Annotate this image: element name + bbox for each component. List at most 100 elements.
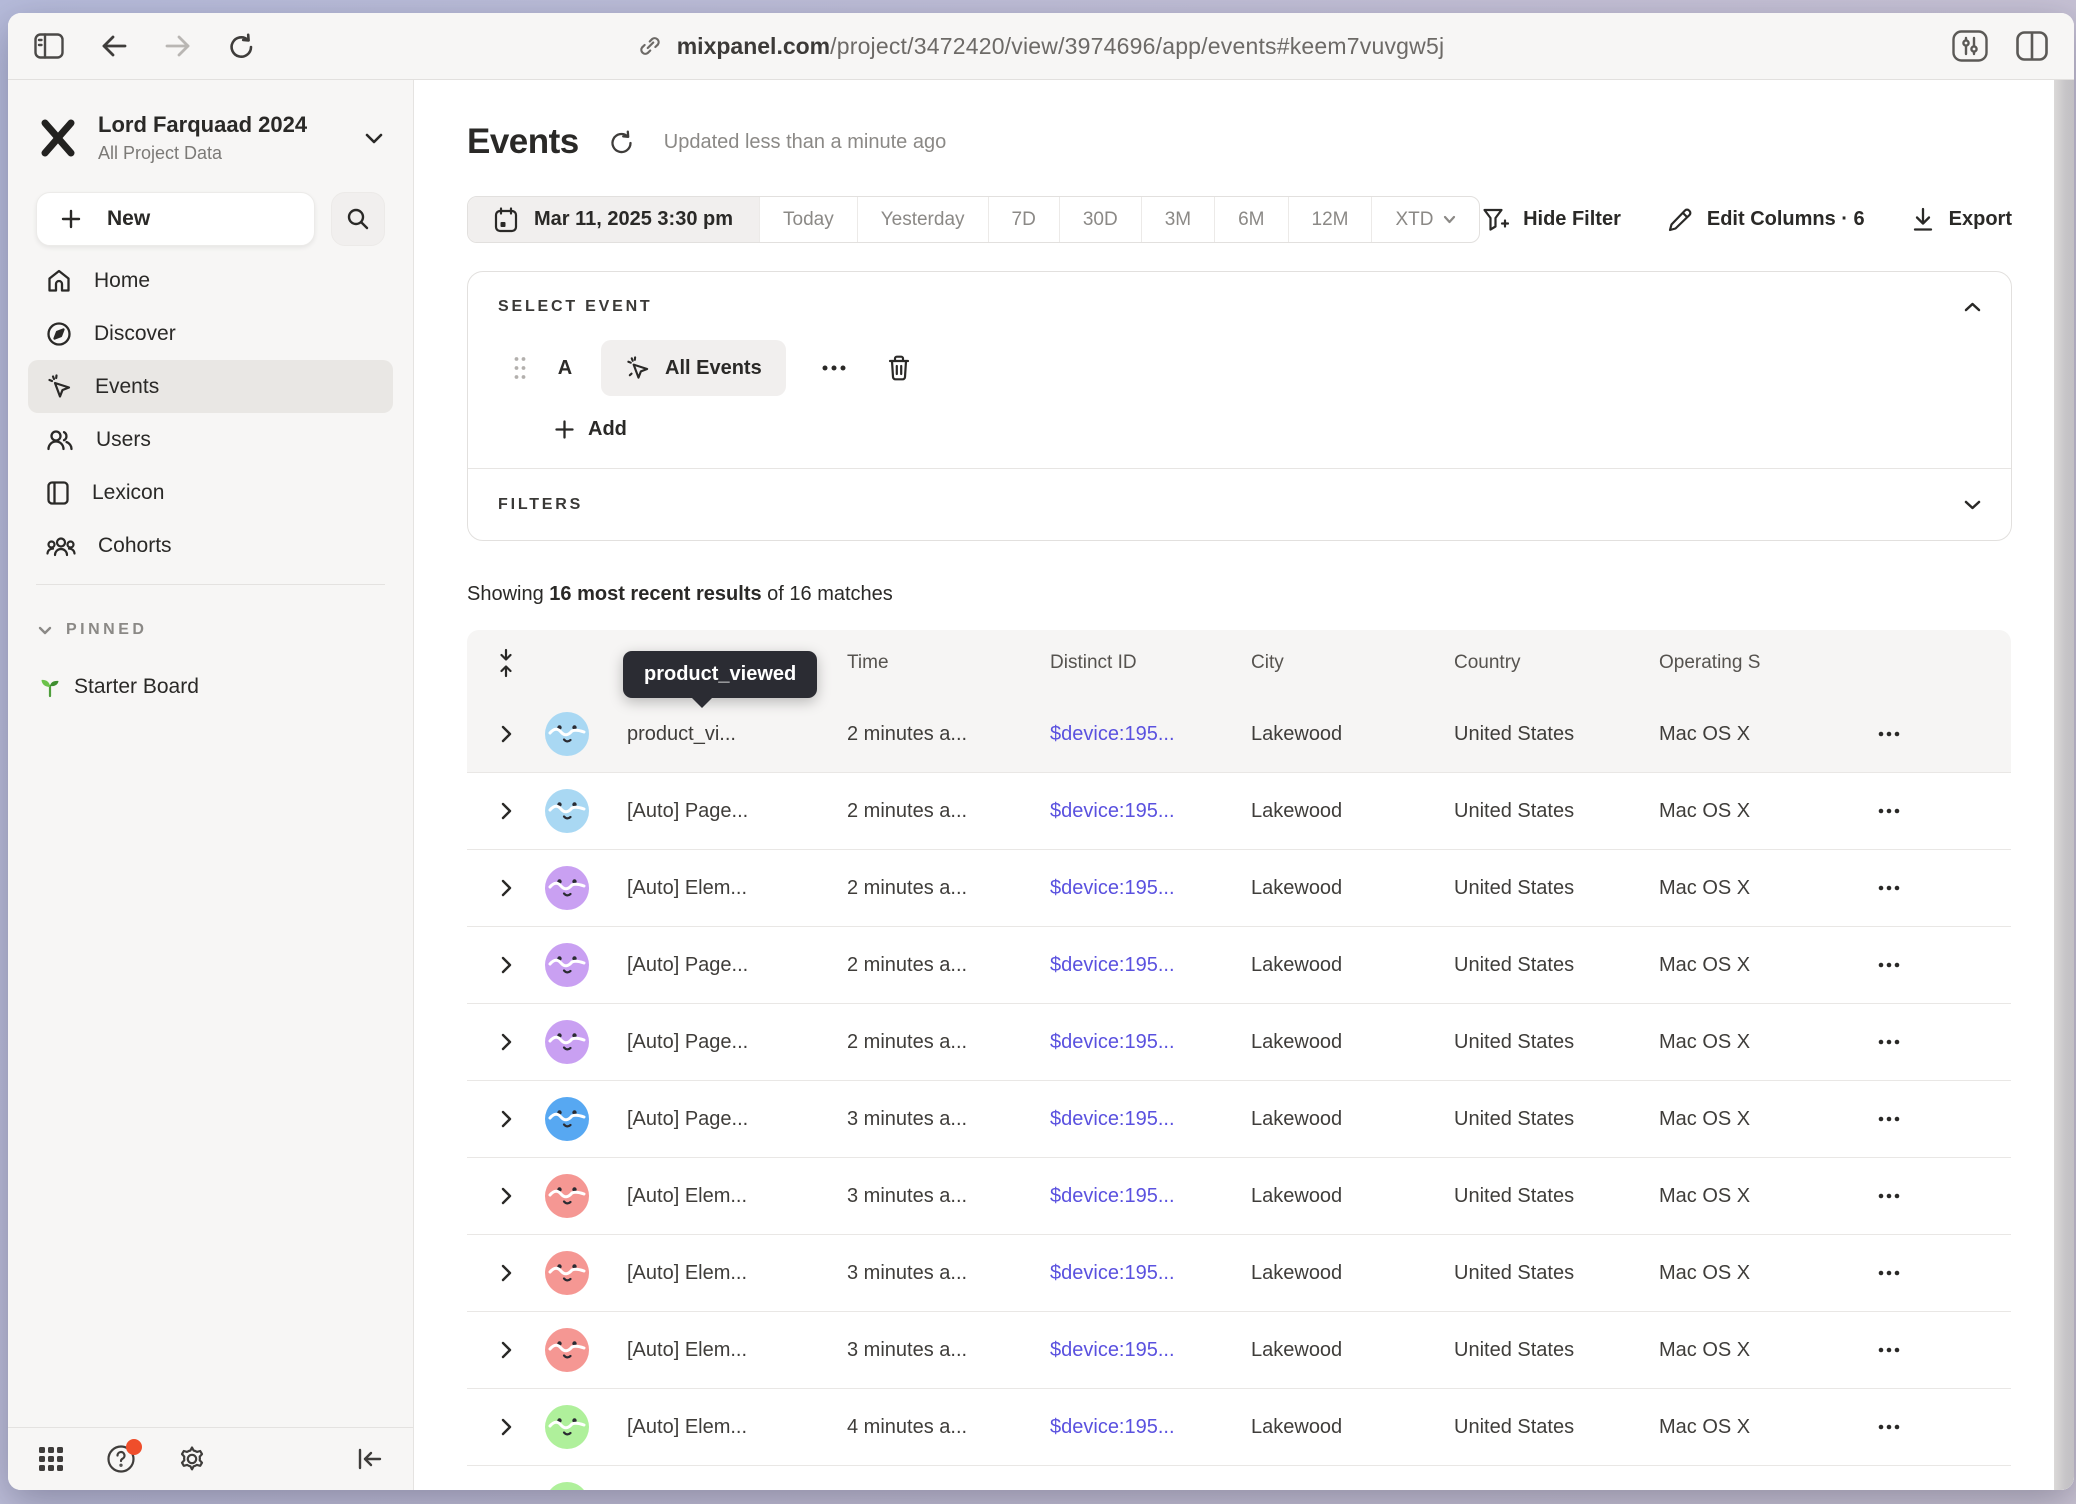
new-button[interactable]: New	[36, 192, 315, 246]
row-menu-button[interactable]	[1850, 1424, 1900, 1430]
range-xtd[interactable]: XTD	[1371, 197, 1479, 242]
row-menu-button[interactable]	[1850, 962, 1900, 968]
sidebar-toggle-icon[interactable]	[34, 33, 64, 59]
link-icon	[638, 34, 662, 58]
range-3m[interactable]: 3M	[1141, 197, 1214, 242]
expand-row-icon[interactable]	[501, 1033, 512, 1051]
results-summary: Showing 16 most recent results of 16 mat…	[467, 583, 2012, 606]
help-button[interactable]	[106, 1444, 136, 1474]
sidebar-item-discover[interactable]: Discover	[28, 307, 393, 360]
search-button[interactable]	[331, 192, 385, 246]
edit-columns-label: Edit Columns · 6	[1707, 208, 1865, 231]
table-row[interactable]: [Auto] Page... 2 minutes a... $device:19…	[467, 927, 2011, 1004]
sidebar-item-cohorts[interactable]: Cohorts	[28, 519, 393, 572]
row-menu-button[interactable]	[1850, 885, 1900, 891]
pinned-section-header[interactable]: PINNED	[8, 621, 413, 639]
sidebar-item-lexicon[interactable]: Lexicon	[28, 466, 393, 519]
trash-icon[interactable]	[886, 354, 912, 382]
col-time[interactable]: Time	[847, 652, 1050, 674]
hide-filter-button[interactable]: Hide Filter	[1482, 207, 1621, 233]
row-menu-button[interactable]	[1850, 808, 1900, 814]
address-bar[interactable]: mixpanel.com/project/3472420/view/397469…	[638, 33, 1445, 60]
os-cell: Mac OS X	[1659, 1108, 1850, 1131]
row-menu-button[interactable]	[1850, 1193, 1900, 1199]
page-settings-icon[interactable]	[1952, 30, 1988, 62]
settings-gear-icon[interactable]	[178, 1445, 206, 1473]
expand-row-icon[interactable]	[501, 802, 512, 820]
row-menu-button[interactable]	[1850, 731, 1900, 737]
table-row[interactable]: [Auto] Elem... 2 minutes a... $device:19…	[467, 850, 2011, 927]
distinct-id-link[interactable]: $device:195...	[1050, 1031, 1251, 1054]
refresh-icon[interactable]	[228, 33, 255, 60]
range-7d[interactable]: 7D	[988, 197, 1059, 242]
distinct-id-link[interactable]: $device:195...	[1050, 1339, 1251, 1362]
pencil-icon	[1667, 207, 1693, 233]
table-row[interactable]: [Auto] Page... 2 minutes a... $device:19…	[467, 773, 2011, 850]
row-menu-button[interactable]	[1850, 1039, 1900, 1045]
col-country[interactable]: Country	[1454, 652, 1659, 674]
distinct-id-link[interactable]: $device:195...	[1050, 1108, 1251, 1131]
sidebar-item-label: Cohorts	[98, 534, 172, 558]
add-event-button[interactable]: Add	[555, 418, 627, 441]
range-12m[interactable]: 12M	[1288, 197, 1372, 242]
split-view-icon[interactable]	[2016, 31, 2048, 61]
os-cell: Mac OS X	[1659, 954, 1850, 977]
range-30d[interactable]: 30D	[1059, 197, 1141, 242]
row-menu-button[interactable]	[1850, 1270, 1900, 1276]
sidebar-item-label: Lexicon	[92, 481, 164, 505]
table-row[interactable]: [Auto] Elem... 4 minutes a... $device:19…	[467, 1389, 2011, 1466]
range-today[interactable]: Today	[759, 197, 857, 242]
distinct-id-link[interactable]: $device:195...	[1050, 1262, 1251, 1285]
expand-row-icon[interactable]	[501, 1418, 512, 1436]
date-range-label: Mar 11, 2025 3:30 pm	[534, 208, 733, 231]
edit-columns-button[interactable]: Edit Columns · 6	[1667, 207, 1865, 233]
refresh-results-icon[interactable]	[609, 130, 634, 155]
date-picker-button[interactable]: Mar 11, 2025 3:30 pm	[468, 197, 759, 242]
expand-row-icon[interactable]	[501, 1110, 512, 1128]
plus-icon	[61, 209, 81, 229]
collapse-all-icon[interactable]	[497, 648, 515, 678]
event-more-button[interactable]	[822, 365, 846, 371]
collapse-sidebar-icon[interactable]	[357, 1448, 383, 1470]
drag-handle-icon[interactable]	[512, 355, 528, 381]
table-row[interactable]: [Auto] Elem... 3 minutes a... $device:19…	[467, 1312, 2011, 1389]
sidebar-item-starter-board[interactable]: Starter Board	[8, 675, 413, 699]
table-row[interactable]: [Auto] Page... 3 minutes a... $device:19…	[467, 1081, 2011, 1158]
col-distinct-id[interactable]: Distinct ID	[1050, 652, 1251, 674]
time-cell: 2 minutes a...	[847, 1031, 1050, 1054]
distinct-id-link[interactable]: $device:195...	[1050, 954, 1251, 977]
col-city[interactable]: City	[1251, 652, 1454, 674]
row-menu-button[interactable]	[1850, 1347, 1900, 1353]
app-grid-icon[interactable]	[38, 1446, 64, 1472]
distinct-id-link[interactable]: $device:195...	[1050, 1185, 1251, 1208]
table-row[interactable]: [Auto] Elem... 4 minutes a... $device:19…	[467, 1466, 2011, 1490]
chevron-up-icon[interactable]	[1964, 302, 1981, 312]
distinct-id-link[interactable]: $device:195...	[1050, 723, 1251, 746]
event-selector-chip[interactable]: All Events	[601, 340, 786, 396]
expand-row-icon[interactable]	[501, 1187, 512, 1205]
expand-row-icon[interactable]	[501, 1264, 512, 1282]
distinct-id-link[interactable]: $device:195...	[1050, 800, 1251, 823]
range-6m[interactable]: 6M	[1214, 197, 1287, 242]
range-yesterday[interactable]: Yesterday	[857, 197, 988, 242]
sidebar-item-events[interactable]: Events	[28, 360, 393, 413]
table-row[interactable]: [Auto] Elem... 3 minutes a... $device:19…	[467, 1235, 2011, 1312]
distinct-id-link[interactable]: $device:195...	[1050, 1416, 1251, 1439]
workspace-switcher[interactable]: Lord Farquaad 2024 All Project Data	[8, 110, 413, 166]
expand-row-icon[interactable]	[501, 879, 512, 897]
sidebar-item-users[interactable]: Users	[28, 413, 393, 466]
sidebar-item-home[interactable]: Home	[28, 254, 393, 307]
back-icon[interactable]	[100, 34, 128, 58]
expand-row-icon[interactable]	[501, 1341, 512, 1359]
vertical-scrollbar[interactable]	[2054, 80, 2074, 1490]
distinct-id-link[interactable]: $device:195...	[1050, 877, 1251, 900]
table-row[interactable]: [Auto] Elem... 3 minutes a... $device:19…	[467, 1158, 2011, 1235]
table-row[interactable]: [Auto] Page... 2 minutes a... $device:19…	[467, 1004, 2011, 1081]
expand-row-icon[interactable]	[501, 956, 512, 974]
col-os[interactable]: Operating S	[1659, 652, 1850, 674]
export-button[interactable]: Export	[1911, 207, 2012, 233]
filters-section[interactable]: FILTERS	[468, 468, 2011, 540]
forward-icon[interactable]	[164, 34, 192, 58]
expand-row-icon[interactable]	[501, 725, 512, 743]
row-menu-button[interactable]	[1850, 1116, 1900, 1122]
